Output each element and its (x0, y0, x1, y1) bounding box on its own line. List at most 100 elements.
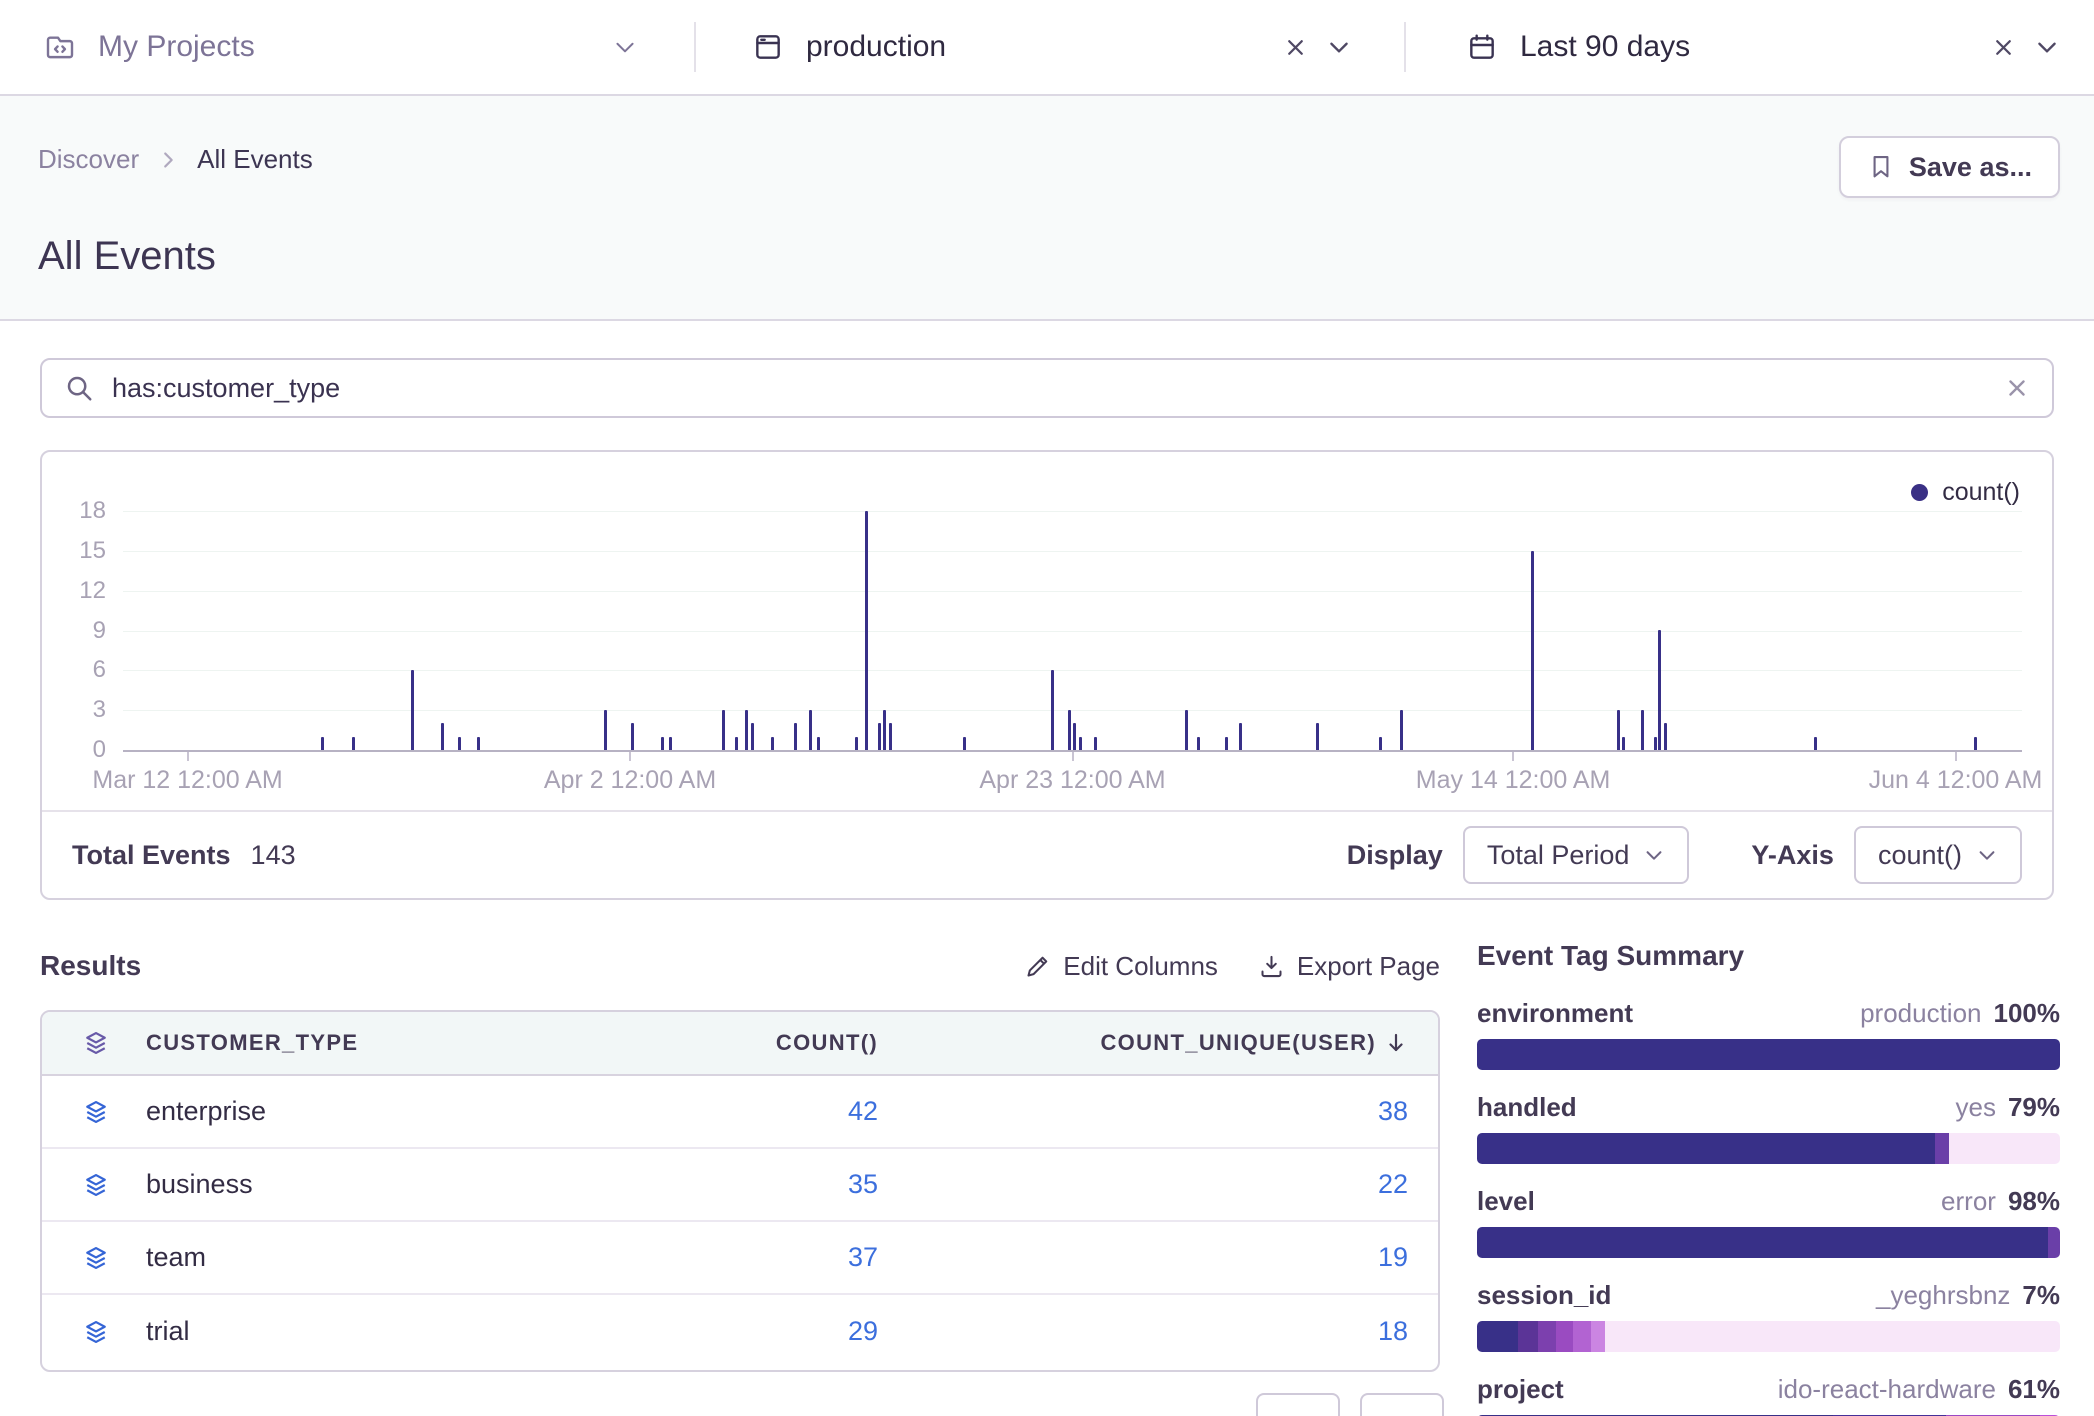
clear-date-icon[interactable] (1991, 35, 2016, 60)
chart-bar[interactable] (751, 723, 754, 750)
display-select[interactable]: Total Period (1463, 826, 1690, 884)
chart-bar[interactable] (855, 737, 858, 750)
tag-bar-segment[interactable] (1518, 1321, 1538, 1352)
chart-bar[interactable] (1239, 723, 1242, 750)
tag-bar-segment[interactable] (1477, 1039, 2060, 1070)
chart-bar[interactable] (889, 723, 892, 750)
chart-bar[interactable] (1079, 737, 1082, 750)
chart-bar[interactable] (411, 670, 414, 750)
tag-distribution-bar[interactable] (1477, 1039, 2060, 1070)
chart-bar[interactable] (604, 710, 607, 750)
cell-count-unique[interactable]: 19 (878, 1242, 1408, 1273)
tag-bar-segment[interactable] (1573, 1321, 1590, 1352)
save-as-button[interactable]: Save as... (1839, 136, 2060, 198)
environment-selector-label: production (806, 30, 946, 64)
chart-bar[interactable] (745, 710, 748, 750)
chevron-down-icon[interactable] (612, 34, 638, 60)
column-header-count[interactable]: COUNT() (578, 1030, 878, 1056)
chart-bar[interactable] (1658, 630, 1661, 750)
chart-bar[interactable] (1225, 737, 1228, 750)
chart-bar[interactable] (321, 737, 324, 750)
chart-bar[interactable] (1531, 551, 1534, 750)
chart-bar[interactable] (669, 737, 672, 750)
export-page-button[interactable]: Export Page (1258, 951, 1440, 982)
chart-bar[interactable] (1379, 737, 1382, 750)
stack-icon[interactable] (82, 1029, 110, 1057)
chevron-down-icon[interactable] (1326, 34, 1352, 60)
stack-icon[interactable] (82, 1318, 110, 1346)
chart-bar[interactable] (722, 710, 725, 750)
tag-bar-segment[interactable] (2048, 1227, 2060, 1258)
tag-distribution-bar[interactable] (1477, 1321, 2060, 1352)
cell-count[interactable]: 29 (578, 1316, 878, 1347)
chart-bar[interactable] (883, 710, 886, 750)
chart-bar[interactable] (1654, 737, 1657, 750)
cell-count[interactable]: 35 (578, 1169, 878, 1200)
tag-bar-segment[interactable] (1556, 1321, 1573, 1352)
chart-bar[interactable] (794, 723, 797, 750)
breadcrumb-discover-link[interactable]: Discover (38, 144, 139, 175)
chart-bar[interactable] (1814, 737, 1817, 750)
tag-bar-segment[interactable] (1591, 1321, 1606, 1352)
tag-distribution-bar[interactable] (1477, 1227, 2060, 1258)
column-header-count-unique[interactable]: COUNT_UNIQUE(USER) (878, 1030, 1408, 1056)
next-page-button[interactable] (1360, 1393, 1444, 1416)
environment-selector[interactable]: production (696, 0, 1404, 94)
tag-bar-segment[interactable] (1477, 1227, 2048, 1258)
previous-page-button[interactable] (1256, 1393, 1340, 1416)
tag-bar-segment[interactable] (1538, 1321, 1555, 1352)
cell-count[interactable]: 42 (578, 1096, 878, 1127)
chart-bar[interactable] (865, 511, 868, 750)
tag-bar-segment[interactable] (1477, 1133, 1935, 1164)
chart-bar[interactable] (1641, 710, 1644, 750)
search-clear-icon[interactable] (2004, 375, 2030, 401)
y-axis-select[interactable]: count() (1854, 826, 2022, 884)
tag-bar-segment[interactable] (1477, 1321, 1518, 1352)
chart-bar[interactable] (1094, 737, 1097, 750)
stack-icon[interactable] (82, 1171, 110, 1199)
cell-count-unique[interactable]: 38 (878, 1096, 1408, 1127)
search-input[interactable]: has:customer_type (112, 373, 2004, 404)
clear-environment-icon[interactable] (1283, 35, 1308, 60)
chart-bar[interactable] (661, 737, 664, 750)
chart-bar[interactable] (1316, 723, 1319, 750)
chart-bar[interactable] (441, 723, 444, 750)
cell-count-unique[interactable]: 18 (878, 1316, 1408, 1347)
chart-bar[interactable] (1073, 723, 1076, 750)
cell-count-unique[interactable]: 22 (878, 1169, 1408, 1200)
tag-bar-segment[interactable] (1605, 1321, 2060, 1352)
chart-bar[interactable] (878, 723, 881, 750)
search-bar[interactable]: has:customer_type (40, 358, 2054, 418)
column-header-customer-type[interactable]: CUSTOMER_TYPE (146, 1030, 358, 1056)
chart-bar[interactable] (1664, 723, 1667, 750)
chart-bar[interactable] (771, 737, 774, 750)
chart-bar[interactable] (1185, 710, 1188, 750)
tag-distribution-bar[interactable] (1477, 1133, 2060, 1164)
tag-bar-segment[interactable] (1949, 1133, 2060, 1164)
chart-bar[interactable] (477, 737, 480, 750)
chart-bar[interactable] (1068, 710, 1071, 750)
stack-icon[interactable] (82, 1098, 110, 1126)
chart-bar[interactable] (1622, 737, 1625, 750)
chart-bar[interactable] (1974, 737, 1977, 750)
chart-bar[interactable] (1400, 710, 1403, 750)
chart-bar[interactable] (963, 737, 966, 750)
date-range-selector[interactable]: Last 90 days (1406, 0, 2094, 94)
chart-bar[interactable] (735, 737, 738, 750)
chart-bar[interactable] (458, 737, 461, 750)
chart-bar[interactable] (631, 723, 634, 750)
stack-icon[interactable] (82, 1244, 110, 1272)
chart-bar[interactable] (817, 737, 820, 750)
tag-bar-segment[interactable] (1935, 1133, 1950, 1164)
project-selector[interactable]: My Projects (0, 0, 694, 94)
chevron-down-icon[interactable] (2034, 34, 2060, 60)
chart-bar[interactable] (1197, 737, 1200, 750)
edit-columns-button[interactable]: Edit Columns (1024, 951, 1218, 982)
chart-bar[interactable] (1617, 710, 1620, 750)
chart-bar[interactable] (352, 737, 355, 750)
chart-bar[interactable] (809, 710, 812, 750)
x-axis-tick-label: May 14 12:00 AM (1343, 766, 1683, 795)
chart-bar[interactable] (1051, 670, 1054, 750)
cell-count[interactable]: 37 (578, 1242, 878, 1273)
pencil-icon (1024, 953, 1051, 980)
